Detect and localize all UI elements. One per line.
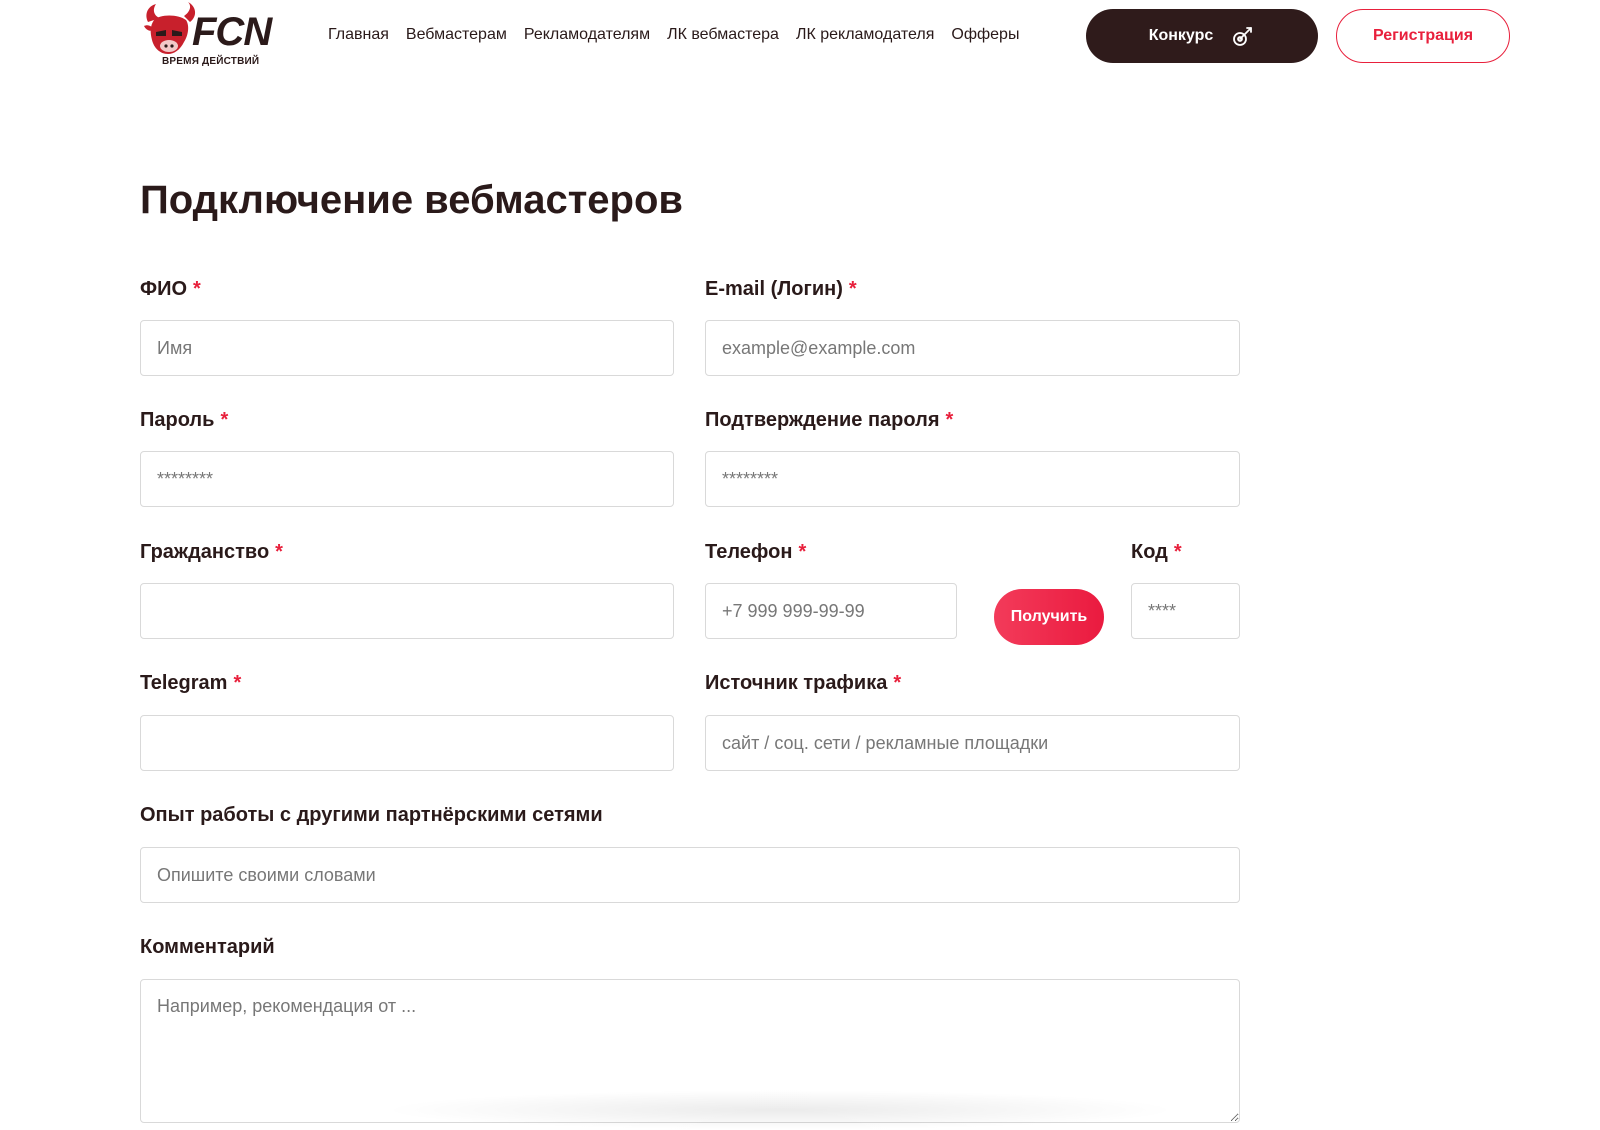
page-title: Подключение вебмастеров [140,178,683,222]
password-input[interactable] [140,451,674,507]
nav-item-advertiser-cabinet[interactable]: ЛК рекламодателя [796,26,934,44]
password-label: Пароль * [140,409,228,432]
required-mark: * [193,278,201,300]
fio-label: ФИО * [140,278,201,301]
comment-label-text: Комментарий [140,936,275,958]
main-nav: Главная Вебмастерам Рекламодателям ЛК ве… [328,26,1036,44]
required-mark: * [848,278,857,300]
experience-label: Опыт работы с другими партнёрскими сетям… [140,804,603,827]
telegram-label: Telegram * [140,672,241,695]
password-confirm-label-text: Подтверждение пароля [705,409,940,431]
bull-icon [144,2,196,54]
password-confirm-label: Подтверждение пароля * [705,409,953,432]
phone-label: Телефон * [705,541,806,564]
site-header: FCN ВРЕМЯ ДЕЙСТВИЙ Главная Вебмастерам Р… [0,0,1600,80]
telegram-label-text: Telegram [140,672,228,694]
comment-label: Комментарий [140,936,275,959]
comment-textarea[interactable] [140,979,1240,1123]
required-mark: * [275,541,283,563]
phone-input[interactable] [705,583,957,639]
get-code-button[interactable]: Получить [994,589,1104,645]
required-mark: * [945,409,954,431]
fio-label-text: ФИО [140,278,188,300]
required-mark: * [220,409,229,431]
password-label-text: Пароль [140,409,215,431]
experience-input[interactable] [140,847,1240,903]
nav-item-offers[interactable]: Офферы [951,26,1019,44]
password-confirm-input[interactable] [705,451,1240,507]
email-label: E-mail (Логин) * [705,278,857,301]
required-mark: * [233,672,242,694]
citizenship-label: Гражданство * [140,541,283,564]
traffic-source-input[interactable] [705,715,1240,771]
email-label-text: E-mail (Логин) [705,278,843,300]
target-arrow-icon [1233,27,1253,46]
fio-input[interactable] [140,320,674,376]
code-label: Код * [1131,541,1182,564]
nav-item-webmasters[interactable]: Вебмастерам [406,26,507,44]
traffic-source-label-text: Источник трафика [705,672,888,694]
experience-label-text: Опыт работы с другими партнёрскими сетям… [140,804,603,826]
citizenship-label-text: Гражданство [140,541,270,563]
nav-item-webmaster-cabinet[interactable]: ЛК вебмастера [667,26,779,44]
required-mark: * [798,541,807,563]
traffic-source-label: Источник трафика * [705,672,901,695]
logo-text: FCN [192,10,272,54]
nav-item-advertisers[interactable]: Рекламодателям [524,26,650,44]
logo-tagline: ВРЕМЯ ДЕЙСТВИЙ [162,56,260,67]
contest-button[interactable]: Конкурс [1086,9,1318,63]
telegram-input[interactable] [140,715,674,771]
code-label-text: Код [1131,541,1168,563]
required-mark: * [893,672,902,694]
logo[interactable]: FCN ВРЕМЯ ДЕЙСТВИЙ [140,2,272,68]
citizenship-select[interactable] [140,583,674,639]
register-button[interactable]: Регистрация [1336,9,1510,63]
email-input[interactable] [705,320,1240,376]
required-mark: * [1173,541,1182,563]
contest-button-label: Конкурс [1148,27,1214,44]
phone-label-text: Телефон [705,541,793,563]
nav-item-home[interactable]: Главная [328,26,389,44]
code-input[interactable] [1131,583,1240,639]
